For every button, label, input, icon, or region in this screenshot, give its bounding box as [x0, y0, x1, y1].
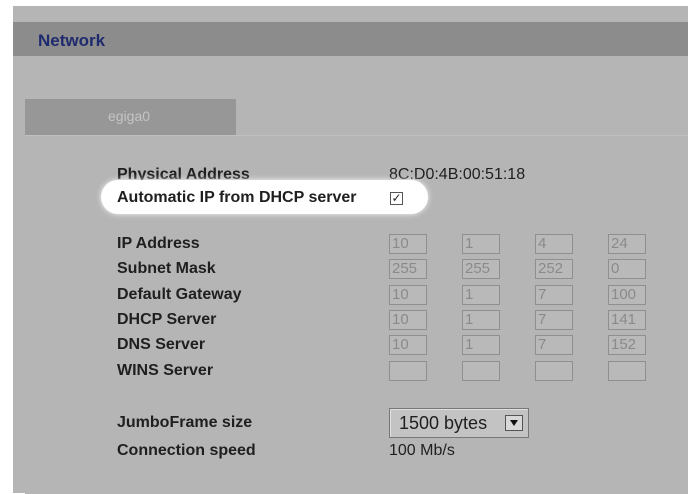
wins-server-octet-3[interactable]	[535, 361, 573, 381]
dhcp-server-octet-4[interactable]: 141	[608, 310, 646, 330]
default-gateway-octet-1[interactable]: 10	[389, 285, 427, 305]
dns-server-octet-3[interactable]: 7	[535, 335, 573, 355]
subnet-mask-octet-2[interactable]: 255	[462, 259, 500, 279]
dns-server-octet-1[interactable]: 10	[389, 335, 427, 355]
section-header: Network	[13, 22, 688, 56]
dhcp-server-octet-2[interactable]: 1	[462, 310, 500, 330]
default-gateway-octet-4[interactable]: 100	[608, 285, 646, 305]
check-icon: ✓	[391, 191, 402, 205]
wins-server-octet-4[interactable]	[608, 361, 646, 381]
ip-address-octet-1[interactable]: 10	[389, 234, 427, 254]
wins-server-label: WINS Server	[117, 362, 214, 379]
jumbo-frame-label: JumboFrame size	[117, 414, 253, 431]
dhcp-auto-checkbox[interactable]: ✓	[390, 192, 403, 205]
jumbo-frame-select[interactable]: 1500 bytes	[389, 408, 529, 438]
ip-address-label: IP Address	[117, 235, 200, 252]
ip-address-octet-4[interactable]: 24	[608, 234, 646, 254]
dns-server-octet-2[interactable]: 1	[462, 335, 500, 355]
wins-server-octet-2[interactable]	[462, 361, 500, 381]
dhcp-auto-label: Automatic IP from DHCP server	[117, 189, 357, 206]
dns-server-label: DNS Server	[117, 336, 206, 353]
dhcp-server-octet-3[interactable]: 7	[535, 310, 573, 330]
dropdown-arrow-icon	[505, 415, 523, 431]
subnet-mask-label: Subnet Mask	[117, 260, 216, 277]
jumbo-frame-selected-value: 1500 bytes	[399, 413, 488, 433]
connection-speed-value: 100 Mb/s	[389, 442, 455, 459]
ip-address-octet-2[interactable]: 1	[462, 234, 500, 254]
default-gateway-octet-3[interactable]: 7	[535, 285, 573, 305]
tab-egiga0[interactable]: egiga0	[25, 99, 236, 135]
tab-label: egiga0	[108, 108, 151, 124]
dhcp-server-octet-1[interactable]: 10	[389, 310, 427, 330]
subnet-mask-octet-4[interactable]: 0	[608, 259, 646, 279]
subnet-mask-octet-3[interactable]: 252	[535, 259, 573, 279]
dhcp-server-label: DHCP Server	[117, 311, 217, 328]
subnet-mask-octet-1[interactable]: 255	[389, 259, 427, 279]
default-gateway-label: Default Gateway	[117, 286, 242, 303]
page-title: Network	[38, 31, 106, 50]
ip-address-octet-3[interactable]: 4	[535, 234, 573, 254]
dns-server-octet-4[interactable]: 152	[608, 335, 646, 355]
wins-server-octet-1[interactable]	[389, 361, 427, 381]
default-gateway-octet-2[interactable]: 1	[462, 285, 500, 305]
connection-speed-label: Connection speed	[117, 442, 256, 459]
